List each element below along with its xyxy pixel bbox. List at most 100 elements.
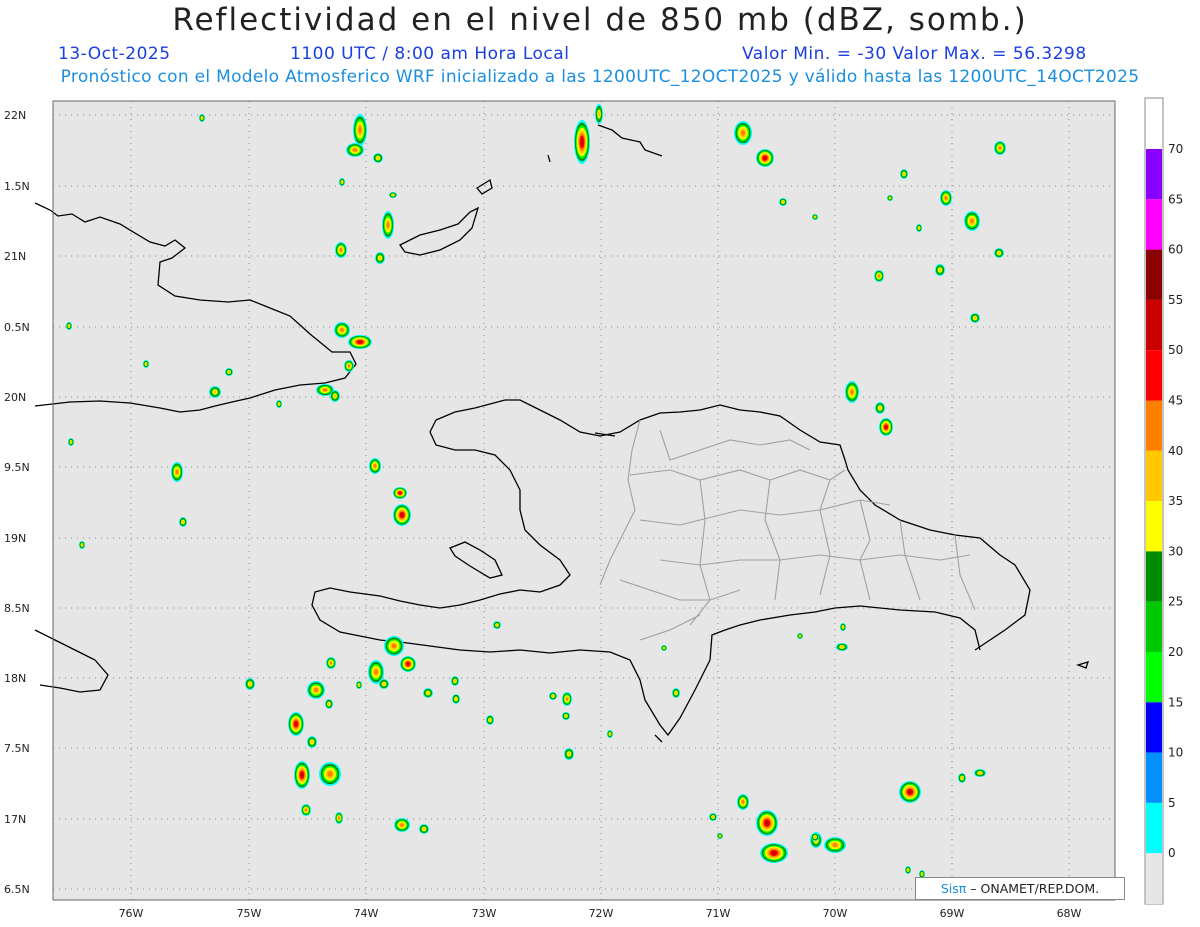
echo-cell [486,715,494,725]
echo-cell [709,813,717,821]
echo-cell [451,676,459,686]
colorbar-label: 65 [1168,192,1183,206]
echo-cell [346,143,364,157]
colorbar-swatch [1146,149,1162,200]
echo-cell [394,818,410,832]
colorbar-label: 50 [1168,343,1183,357]
lat-label: 6.5N [4,883,30,896]
colorbar-swatch [1146,199,1162,250]
credit-box: Sisπ – ONAMET/REP.DOM. [915,877,1125,900]
echo-cell [994,141,1006,155]
echo-cell [974,769,986,777]
echo-cell [335,242,347,258]
echo-cell [379,679,389,689]
colorbar: 7065605550454035302520151050 [1144,97,1183,905]
colorbar-swatch [1146,802,1162,854]
colorbar-label: 30 [1168,544,1183,558]
echo-cell [562,692,572,706]
echo-cell [276,400,282,408]
lat-label: 21N [4,250,26,263]
echo-cell [79,541,85,549]
latitude-labels: 22N 1.5N 21N 0.5N 20N 9.5N 19N 8.5N 18N … [4,109,30,896]
echo-cell [661,645,667,651]
colorbar-swatch [1146,752,1162,803]
echo-cell [423,688,433,698]
echo-cell [199,114,205,122]
plot-area [53,101,1115,900]
echo-cell [452,694,460,704]
echo-cell [225,368,233,376]
echo-cell [382,211,394,239]
echo-cell [734,121,752,145]
echo-cell [811,833,819,841]
echo-cell [879,418,893,436]
echo-cell [245,678,255,690]
lon-label: 76W [119,907,144,920]
echo-cell [940,190,952,206]
echo-cell [574,120,590,164]
colorbar-swatch [1146,450,1162,502]
reflectivity-map: 22N 1.5N 21N 0.5N 20N 9.5N 19N 8.5N 18N … [4,97,1183,920]
colorbar-label: 70 [1168,142,1183,156]
colorbar-swatch [1146,299,1162,351]
echo-cell [307,736,317,748]
echo-cell [209,386,221,398]
echo-cell [325,699,333,709]
echo-cell [900,169,908,179]
lat-label: 1.5N [4,180,30,193]
colorbar-swatch [1146,350,1162,401]
lon-label: 72W [589,907,614,920]
echo-cell [319,762,341,786]
lat-label: 19N [4,532,26,545]
colorbar-label: 0 [1168,846,1176,860]
credit-text: – ONAMET/REP.DOM. [970,881,1100,896]
echo-cell [179,517,187,527]
echo-cell [288,712,304,736]
echo-cell [294,761,310,789]
sispi-logo: Sisπ [940,881,967,896]
lon-label: 69W [940,907,965,920]
echo-cell [595,104,603,124]
longitude-labels: 76W 75W 74W 73W 72W 71W 70W 69W 68W [119,907,1082,920]
colorbar-label: 55 [1168,293,1183,307]
echo-cell [389,192,397,198]
echo-cell [373,153,383,163]
echo-cell [824,837,846,853]
echo-cell [369,458,381,474]
echo-cell [393,487,407,499]
colorbar-label: 35 [1168,494,1183,508]
colorbar-swatch [1146,702,1162,753]
colorbar-label: 60 [1168,243,1183,257]
colorbar-swatch [1146,400,1162,451]
echo-cell [493,621,501,629]
lon-label: 73W [472,907,497,920]
echo-cell [737,794,749,810]
echo-cell [840,623,846,631]
colorbar-label: 25 [1168,595,1183,609]
colorbar-label: 5 [1168,796,1176,810]
lon-label: 71W [706,907,731,920]
echo-cell [375,252,385,264]
echo-cell [887,195,893,201]
lat-label: 9.5N [4,461,30,474]
echo-cell [384,636,404,656]
echo-cell [672,688,680,698]
echo-cell [760,843,788,863]
echo-cell [348,335,372,349]
lat-label: 8.5N [4,602,30,615]
echo-cell [874,270,884,282]
echo-cell [964,211,980,231]
echo-cell [326,657,336,669]
echo-cell [68,438,74,446]
echo-cell [419,824,429,834]
echo-cell [66,322,72,330]
echo-cell [393,504,411,526]
echo-cell [330,390,340,402]
echo-cell [301,804,311,816]
lat-label: 0.5N [4,321,30,334]
echo-cell [353,114,367,146]
colorbar-label: 40 [1168,444,1183,458]
echo-cell [916,224,922,232]
colorbar-label: 45 [1168,394,1183,408]
colorbar-swatch [1146,551,1162,602]
